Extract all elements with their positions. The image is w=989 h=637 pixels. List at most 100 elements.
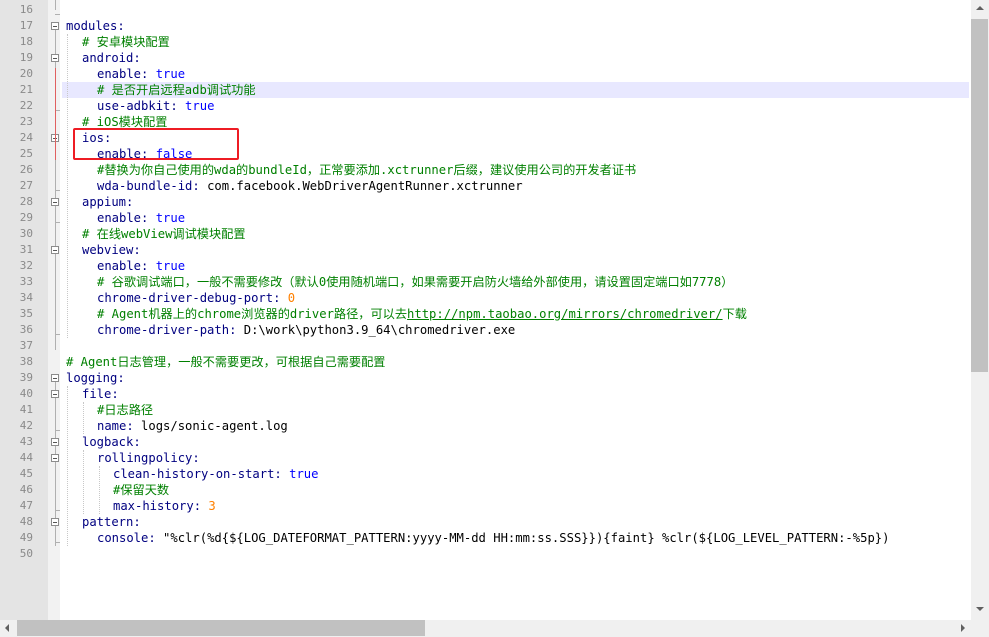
fold-toggle-icon[interactable] bbox=[51, 438, 59, 446]
line-number: 49 bbox=[19, 531, 33, 544]
fold-line bbox=[55, 0, 56, 10]
yaml-bool: true bbox=[148, 67, 186, 81]
fold-end-mark bbox=[55, 334, 60, 335]
line-number: 27 bbox=[19, 179, 33, 192]
code-line-29[interactable]: enable: true bbox=[97, 210, 185, 226]
fold-end-mark bbox=[55, 190, 60, 191]
yaml-key: enable: bbox=[97, 259, 149, 273]
yaml-key: logging: bbox=[66, 371, 125, 385]
yaml-comment: # Agent日志管理，一般不需要更改，可根据自己需要配置 bbox=[66, 355, 386, 369]
line-number: 21 bbox=[19, 83, 33, 96]
code-line-40[interactable]: file: bbox=[82, 386, 119, 402]
scroll-left-arrow-icon[interactable] bbox=[5, 624, 9, 632]
yaml-comment: # 是否开启远程adb调试功能 bbox=[97, 83, 256, 97]
code-line-44[interactable]: rollingpolicy: bbox=[97, 450, 200, 466]
line-number: 38 bbox=[19, 355, 33, 368]
yaml-key: enable: bbox=[97, 67, 149, 81]
indent-guide bbox=[67, 34, 68, 338]
code-line-21[interactable]: # 是否开启远程adb调试功能 bbox=[97, 82, 256, 98]
code-line-42[interactable]: name: logs/sonic-agent.log bbox=[97, 418, 288, 434]
line-number: 19 bbox=[19, 51, 33, 64]
fold-toggle-icon[interactable] bbox=[51, 22, 59, 30]
code-line-20[interactable]: enable: true bbox=[97, 66, 185, 82]
scroll-right-arrow-icon[interactable] bbox=[961, 624, 965, 632]
yaml-key: use-adbkit: bbox=[97, 99, 178, 113]
yaml-comment: # 安卓模块配置 bbox=[82, 35, 170, 49]
indent-guide bbox=[83, 450, 84, 514]
code-line-17[interactable]: modules: bbox=[66, 18, 125, 34]
code-line-39[interactable]: logging: bbox=[66, 370, 125, 386]
line-number: 40 bbox=[19, 387, 33, 400]
fold-end-mark bbox=[55, 14, 60, 15]
code-line-27[interactable]: wda-bundle-id: com.facebook.WebDriverAge… bbox=[97, 178, 523, 194]
code-line-28[interactable]: appium: bbox=[82, 194, 133, 210]
line-number: 25 bbox=[19, 147, 33, 160]
line-number: 44 bbox=[19, 451, 33, 464]
yaml-key: console: bbox=[97, 531, 156, 545]
code-line-46[interactable]: #保留天数 bbox=[113, 482, 169, 498]
fold-end-mark bbox=[55, 510, 60, 511]
yaml-key: modules: bbox=[66, 19, 125, 33]
yaml-key: wda-bundle-id: bbox=[97, 179, 200, 193]
line-number: 45 bbox=[19, 467, 33, 480]
fold-toggle-icon[interactable] bbox=[51, 518, 59, 526]
horizontal-scrollbar-thumb[interactable] bbox=[17, 620, 425, 636]
code-line-43[interactable]: logback: bbox=[82, 434, 141, 450]
line-number: 34 bbox=[19, 291, 33, 304]
line-number: 32 bbox=[19, 259, 33, 272]
code-line-34[interactable]: chrome-driver-debug-port: 0 bbox=[97, 290, 295, 306]
yaml-key: max-history: bbox=[113, 499, 202, 513]
fold-toggle-icon[interactable] bbox=[51, 198, 59, 206]
code-line-32[interactable]: enable: true bbox=[97, 258, 185, 274]
code-editor[interactable]: 16 17 18 19 20 21 22 23 24 25 26 27 28 29 30 31 32 33 34 35… bbox=[0, 0, 971, 620]
line-number: 47 bbox=[19, 499, 33, 512]
line-number: 23 bbox=[19, 115, 33, 128]
line-number: 18 bbox=[19, 35, 33, 48]
line-number: 26 bbox=[19, 163, 33, 176]
line-number: 33 bbox=[19, 275, 33, 288]
line-number: 37 bbox=[19, 339, 33, 352]
code-line-35[interactable]: # Agent机器上的chrome浏览器的driver路径，可以去http://… bbox=[97, 306, 747, 322]
code-line-26[interactable]: #替换为你自己使用的wda的bundleId，正常要添加.xctrunner后缀… bbox=[97, 162, 636, 178]
yaml-bool: true bbox=[281, 467, 319, 481]
line-number: 39 bbox=[19, 371, 33, 384]
code-line-31[interactable]: webview: bbox=[82, 242, 141, 258]
line-number: 16 bbox=[19, 3, 33, 16]
yaml-comment: # 在线webView调试模块配置 bbox=[82, 227, 246, 241]
chromedriver-mirror-link[interactable]: http://npm.taobao.org/mirrors/chromedriv… bbox=[407, 307, 723, 321]
yaml-bool: true bbox=[148, 211, 186, 225]
code-line-41[interactable]: #日志路径 bbox=[97, 402, 153, 418]
fold-toggle-icon[interactable] bbox=[51, 374, 59, 382]
yaml-key: chrome-driver-debug-port: bbox=[97, 291, 281, 305]
line-number: 36 bbox=[19, 323, 33, 336]
fold-end-mark bbox=[55, 430, 60, 431]
fold-end-mark bbox=[55, 542, 60, 543]
code-line-45[interactable]: clean-history-on-start: true bbox=[113, 466, 318, 482]
code-line-30[interactable]: # 在线webView调试模块配置 bbox=[82, 226, 246, 242]
code-line-33[interactable]: # 谷歌调试端口，一般不需要修改（默认0使用随机端口，如果需要开启防火墙给外部使… bbox=[97, 274, 733, 290]
code-line-47[interactable]: max-history: 3 bbox=[113, 498, 216, 514]
code-line-18[interactable]: # 安卓模块配置 bbox=[82, 34, 170, 50]
fold-toggle-icon[interactable] bbox=[51, 246, 59, 254]
fold-toggle-icon[interactable] bbox=[51, 54, 59, 62]
yaml-key: logback: bbox=[82, 435, 141, 449]
scroll-up-arrow-icon[interactable] bbox=[976, 6, 984, 10]
line-number: 43 bbox=[19, 435, 33, 448]
scroll-down-arrow-icon[interactable] bbox=[976, 607, 984, 611]
code-line-49[interactable]: console: "%clr(%d{${LOG_DATEFORMAT_PATTE… bbox=[97, 530, 889, 546]
code-line-36[interactable]: chrome-driver-path: D:\work\python3.9_64… bbox=[97, 322, 515, 338]
line-number: 28 bbox=[19, 195, 33, 208]
code-line-22[interactable]: use-adbkit: true bbox=[97, 98, 214, 114]
line-number: 50 bbox=[19, 547, 33, 560]
code-line-38[interactable]: # Agent日志管理，一般不需要更改，可根据自己需要配置 bbox=[66, 354, 386, 370]
vertical-scrollbar-thumb[interactable] bbox=[971, 19, 988, 372]
code-line-48[interactable]: pattern: bbox=[82, 514, 141, 530]
fold-toggle-icon[interactable] bbox=[51, 454, 59, 462]
yaml-comment: #保留天数 bbox=[113, 483, 170, 497]
line-number: 42 bbox=[19, 419, 33, 432]
line-number: 17 bbox=[19, 19, 33, 32]
code-line-19[interactable]: android: bbox=[82, 50, 141, 66]
yaml-key: file: bbox=[82, 387, 119, 401]
line-number: 46 bbox=[19, 483, 33, 496]
fold-toggle-icon[interactable] bbox=[51, 390, 59, 398]
